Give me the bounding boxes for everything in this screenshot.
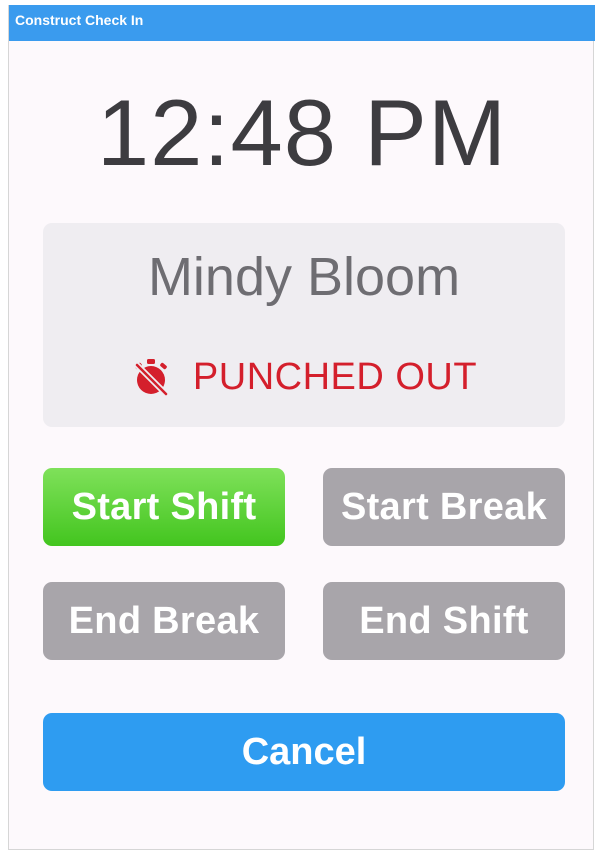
start-shift-button[interactable]: Start Shift xyxy=(43,468,285,546)
punch-status-label: PUNCHED OUT xyxy=(192,356,478,398)
end-shift-button[interactable]: End Shift xyxy=(323,582,565,660)
employee-name: Mindy Bloom xyxy=(147,247,461,307)
start-break-button[interactable]: Start Break xyxy=(323,468,565,546)
employee-status-card: Mindy Bloom PUNCHED OUT xyxy=(43,223,565,427)
punch-status: PUNCHED OUT xyxy=(43,355,565,399)
stopwatch-off-icon xyxy=(131,357,171,397)
end-break-button[interactable]: End Break xyxy=(43,582,285,660)
window-title: Construct Check In xyxy=(9,5,595,41)
app-window: Construct Check In 12:48 PM Mindy Bloom … xyxy=(8,5,595,850)
cancel-button[interactable]: Cancel xyxy=(43,713,565,791)
clock-display: 12:48 PM xyxy=(96,80,508,185)
